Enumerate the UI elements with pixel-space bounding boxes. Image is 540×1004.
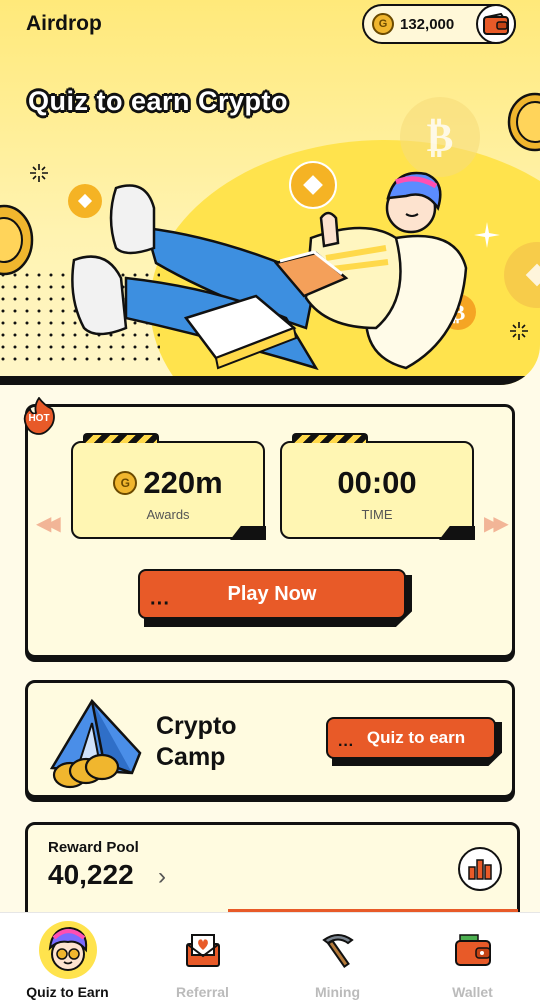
hero-banner: ₿ ₿ Airdrop G 132,000 Quiz to earn Crypt… (0, 0, 540, 385)
quiz-to-earn-label: Quiz to earn (366, 728, 466, 747)
hot-badge-label: HOT (28, 413, 50, 424)
nav-label: Referral (176, 984, 229, 1000)
prev-arrow-icon[interactable]: ◀◀ (36, 511, 61, 536)
leaderboard-button[interactable] (458, 847, 502, 891)
sparkle-icon (474, 222, 500, 248)
wallet-icon (454, 934, 491, 966)
bitcoin-coin-icon (507, 92, 540, 152)
bitcoin-faded-icon: ₿ (400, 97, 480, 177)
reward-pool-card[interactable]: Reward Pool 40,222 › (25, 822, 520, 922)
crypto-camp-card: Crypto Camp Quiz to earn ··· (25, 680, 515, 798)
crypto-camp-title: Crypto Camp (156, 712, 237, 771)
dots-icon: ··· (150, 593, 170, 615)
tent-icon (49, 698, 142, 789)
awards-value: 220m (143, 465, 223, 500)
binance-coin-icon (504, 242, 540, 308)
svg-text:₿: ₿ (427, 115, 454, 161)
nav-label: Wallet (452, 984, 493, 1000)
bottom-nav: Quiz to Earn Referral Mining Wallet (0, 912, 540, 1004)
chevron-right-icon[interactable]: › (158, 863, 166, 891)
gold-coin-icon (0, 204, 34, 276)
sparkle-icon (30, 164, 48, 182)
balance-pill[interactable]: G 132,000 (362, 4, 516, 44)
dots-icon: ··· (338, 737, 354, 754)
time-value: 00:00 (337, 465, 417, 500)
time-label: TIME (361, 507, 393, 522)
hero-headline: Quiz to earn Crypto (28, 86, 289, 116)
envelope-heart-icon (185, 934, 220, 967)
wallet-button[interactable] (476, 4, 516, 44)
reward-pool-label: Reward Pool (48, 839, 139, 856)
coin-icon: G (372, 13, 394, 35)
nav-item-mining[interactable]: Mining (270, 913, 405, 1004)
play-now-label: Play Now (227, 582, 317, 605)
time-box: 00:00 TIME (280, 433, 475, 540)
nav-label: Quiz to Earn (26, 984, 109, 1000)
play-now-button[interactable]: Play Now ··· (138, 569, 412, 627)
reading-person-illustration (71, 171, 468, 371)
quiz-card: HOT G 220m Awards 00:00 TIME ◀◀ ▶▶ Play … (23, 396, 515, 658)
app-title: Airdrop (26, 12, 102, 35)
sparkle-icon (510, 322, 528, 340)
wallet-icon (483, 13, 509, 35)
awards-label: Awards (146, 507, 190, 522)
balance-value: 132,000 (400, 15, 455, 33)
coin-icon: G (113, 471, 138, 495)
bar-chart-icon (468, 859, 492, 880)
pickaxe-icon (321, 934, 354, 969)
avatar-icon (38, 921, 97, 979)
awards-box: G 220m Awards (71, 433, 266, 540)
next-arrow-icon[interactable]: ▶▶ (484, 511, 509, 536)
hero-border (0, 376, 540, 385)
nav-label: Mining (314, 984, 361, 1000)
nav-item-quiz-to-earn[interactable]: Quiz to Earn (0, 913, 135, 1004)
quiz-to-earn-button[interactable]: Quiz to earn ··· (326, 717, 502, 766)
nav-item-wallet[interactable]: Wallet (405, 913, 540, 1004)
hot-badge: HOT (22, 396, 55, 435)
nav-item-referral[interactable]: Referral (135, 913, 270, 1004)
reward-pool-value: 40,222 (48, 859, 134, 890)
